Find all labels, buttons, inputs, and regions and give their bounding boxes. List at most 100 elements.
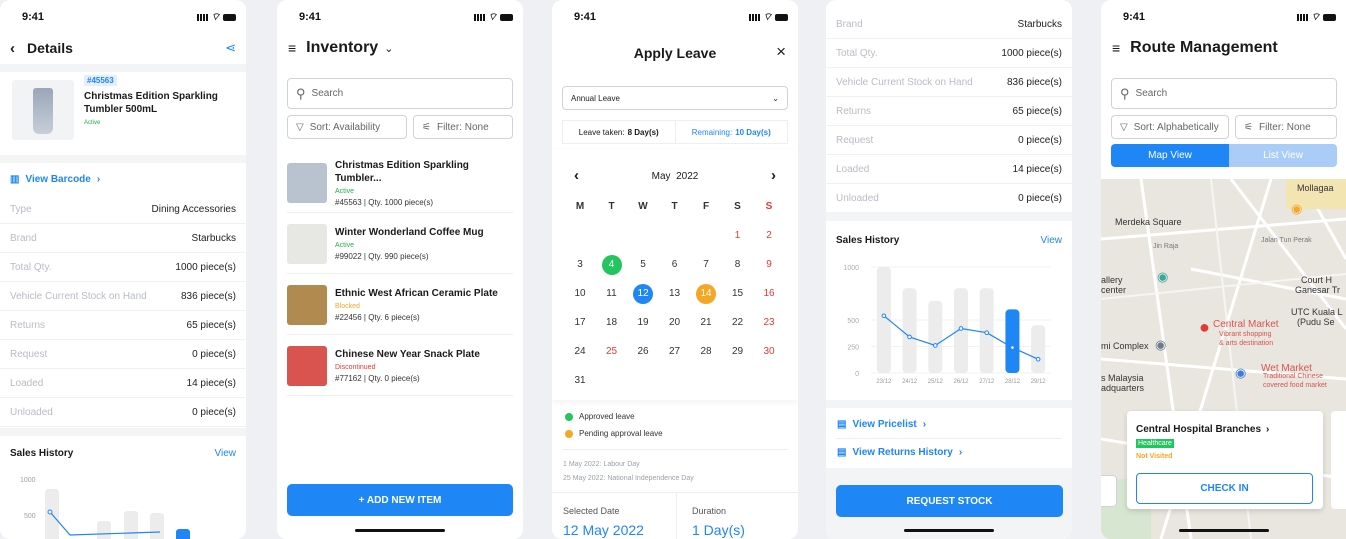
bar[interactable]: [902, 288, 917, 373]
data-point[interactable]: [932, 343, 938, 348]
card-title: Central Hospital Branches ›: [1136, 424, 1270, 435]
detail-row: Type Dining Accessories: [0, 195, 246, 224]
sales-history-chart: 1000 500 250 0 23/12 24/12 25/12 26/12 27/12 28/1…: [843, 265, 1051, 385]
calendar-day[interactable]: 8: [725, 255, 751, 275]
calendar-day[interactable]: 13: [662, 284, 688, 304]
calendar-day[interactable]: 17: [567, 313, 593, 333]
bar[interactable]: [1031, 325, 1046, 373]
sales-chart-mini: [45, 489, 190, 539]
item-status: Active: [335, 242, 355, 249]
view-pricelist-link[interactable]: ▤ View Pricelist ›: [837, 419, 926, 430]
back-icon[interactable]: ‹: [10, 40, 15, 57]
calendar-day[interactable]: 24: [567, 342, 593, 362]
map-pin-icon[interactable]: ◉: [1157, 269, 1168, 285]
chevron-down-icon[interactable]: ⌄: [384, 42, 393, 55]
leave-taken-value: 8 Day(s): [627, 127, 659, 137]
calendar-day[interactable]: 28: [693, 342, 719, 362]
calendar-day[interactable]: 26: [630, 342, 656, 362]
data-point[interactable]: [1035, 356, 1041, 362]
calendar-day[interactable]: 6: [662, 255, 688, 275]
calendar-day[interactable]: 5: [630, 255, 656, 275]
calendar-day[interactable]: 16: [756, 284, 782, 304]
list-item[interactable]: Chinese New Year Snack Plate Discontinued…: [287, 336, 513, 396]
sales-view-link[interactable]: View: [215, 448, 237, 459]
calendar-day[interactable]: 20: [662, 313, 688, 333]
calendar-day[interactable]: 19: [630, 313, 656, 333]
detail-value: 836 piece(s): [1006, 76, 1062, 88]
calendar-day[interactable]: 23: [756, 313, 782, 333]
calendar-day[interactable]: 29: [725, 342, 751, 362]
map-label: & arts destination: [1219, 340, 1274, 347]
tab-list-view[interactable]: List View: [1229, 144, 1337, 167]
sales-view-link[interactable]: View: [1041, 235, 1063, 246]
view-barcode-link[interactable]: ▥ View Barcode ›: [10, 174, 100, 185]
weekday-label: W: [638, 201, 648, 212]
calendar-day[interactable]: 14: [696, 284, 716, 304]
data-point[interactable]: [1010, 345, 1015, 350]
map-label: Mollagaa: [1297, 183, 1334, 193]
calendar-day[interactable]: 10: [567, 284, 593, 304]
menu-icon[interactable]: ≡: [1112, 40, 1120, 56]
status-time: 9:41: [574, 11, 597, 23]
map-pin-icon[interactable]: ◉: [1291, 201, 1302, 217]
filter-funnel-icon: ▽: [296, 121, 304, 133]
data-point[interactable]: [881, 313, 887, 319]
share-icon[interactable]: ⋖: [225, 40, 236, 56]
holiday-note: 25 May 2022: National Independence Day: [563, 475, 694, 482]
close-icon[interactable]: ×: [776, 42, 786, 62]
detail-key: Vehicle Current Stock on Hand: [836, 76, 973, 88]
calendar-day[interactable]: 12: [633, 284, 653, 304]
calendar-day[interactable]: 4: [601, 255, 622, 275]
calendar-day[interactable]: 11: [599, 284, 625, 304]
map[interactable]: Merdeka Square Mollagaa Central Market Vibr…: [1101, 179, 1346, 539]
detail-row: Returns 65 piece(s): [0, 311, 246, 340]
detail-key: Unloaded: [836, 192, 879, 204]
add-new-item-button[interactable]: + ADD NEW ITEM: [287, 484, 513, 516]
duration-label: Duration: [692, 506, 727, 516]
calendar-day[interactable]: 15: [725, 284, 751, 304]
list-item[interactable]: Christmas Edition Sparkling Tumbler... Ac…: [287, 153, 513, 213]
list-item[interactable]: Winter Wonderland Coffee Mug Active #99022…: [287, 214, 513, 274]
calendar-day[interactable]: 30: [756, 342, 782, 362]
map-pin-icon[interactable]: ◉: [1155, 337, 1166, 353]
detail-row: Brand Starbucks: [0, 224, 246, 253]
calendar-day[interactable]: 25: [599, 342, 625, 362]
list-item[interactable]: Ethnic West African Ceramic Plate Blocked…: [287, 275, 513, 335]
y-tick: 1000: [20, 477, 36, 484]
bar[interactable]: [1005, 309, 1020, 373]
location-pin-icon[interactable]: ●: [1199, 317, 1210, 338]
request-stock-button[interactable]: REQUEST STOCK: [836, 485, 1063, 517]
data-point[interactable]: [958, 326, 964, 331]
calendar-day[interactable]: 2: [756, 226, 782, 246]
calendar-day[interactable]: 1: [725, 226, 751, 246]
sort-button[interactable]: ▽ Sort: Availability: [287, 115, 407, 139]
calendar-day[interactable]: 21: [693, 313, 719, 333]
search-input[interactable]: ⚲ Search: [287, 78, 513, 109]
next-month-icon[interactable]: ›: [771, 167, 776, 184]
bar[interactable]: [928, 300, 943, 373]
data-point[interactable]: [984, 330, 990, 336]
sort-button[interactable]: ▽ Sort: Alphabetically: [1111, 115, 1229, 139]
calendar-day[interactable]: 31: [567, 371, 593, 391]
search-input[interactable]: ⚲ Search: [1111, 78, 1337, 109]
calendar: ‹ May 2022 › M T W T F S S 1 2 3 4 5 6 7 8 9 10 11 12 13 14 1…: [552, 150, 798, 400]
location-card-peek[interactable]: [1331, 411, 1346, 509]
calendar-day[interactable]: 7: [693, 255, 719, 275]
check-in-button[interactable]: CHECK IN: [1136, 473, 1313, 504]
view-returns-history-link[interactable]: ▤ View Returns History ›: [837, 447, 962, 458]
data-point[interactable]: [907, 334, 912, 340]
location-card[interactable]: Central Hospital Branches › Healthcare No…: [1127, 411, 1323, 509]
map-label: mi Complex: [1101, 341, 1149, 351]
leave-type-select[interactable]: Annual Leave ⌄: [562, 86, 788, 110]
calendar-day[interactable]: 18: [599, 313, 625, 333]
calendar-day[interactable]: 3: [567, 255, 593, 275]
calendar-day[interactable]: 9: [756, 255, 782, 275]
calendar-day[interactable]: 27: [662, 342, 688, 362]
menu-icon[interactable]: ≡: [288, 40, 296, 56]
calendar-day[interactable]: 22: [725, 313, 751, 333]
filter-button[interactable]: ⚟ Filter: None: [413, 115, 513, 139]
location-card-peek[interactable]: [1101, 475, 1117, 507]
filter-button[interactable]: ⚟ Filter: None: [1235, 115, 1337, 139]
tab-map-view[interactable]: Map View: [1111, 144, 1229, 167]
map-pin-icon[interactable]: ◉: [1235, 365, 1246, 381]
